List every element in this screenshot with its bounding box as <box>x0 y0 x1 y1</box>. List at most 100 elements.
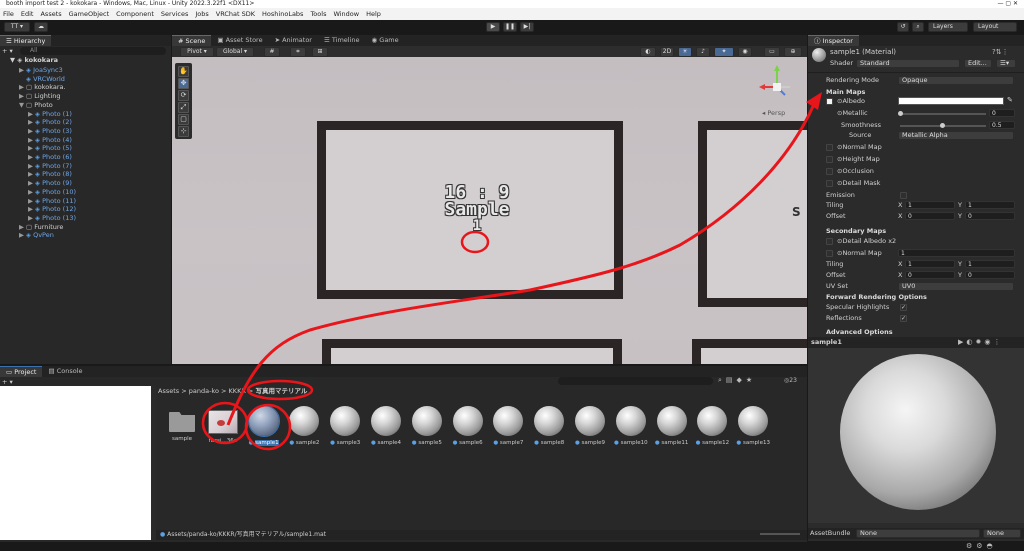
metallic-slider-handle[interactable] <box>898 111 903 116</box>
detail-mask-slot[interactable] <box>826 180 833 187</box>
expand-arrow-icon[interactable]: ▶ <box>28 144 35 153</box>
menu-jobs[interactable]: Jobs <box>195 8 208 20</box>
offset2-x-field[interactable]: 0 <box>905 271 955 279</box>
offset-x-field[interactable]: 0 <box>905 212 955 220</box>
asset-item[interactable]: ● sample3 <box>325 404 365 454</box>
rendering-mode-dropdown[interactable]: Opaque <box>898 76 1014 85</box>
metallic-value[interactable]: 0 <box>989 109 1015 117</box>
material-preview-sphere[interactable] <box>840 354 996 510</box>
tab-console[interactable]: ▤ Console <box>42 366 88 377</box>
project-filter-icons[interactable]: ⌕▤◆★ <box>718 376 756 385</box>
pause-button[interactable]: ❚❚ <box>503 22 517 32</box>
menu-window[interactable]: Window <box>333 8 359 20</box>
project-folder-tree[interactable] <box>0 386 151 540</box>
tiling2-x-field[interactable]: 1 <box>905 260 955 268</box>
hidden-objects-icon[interactable]: ◉ <box>738 47 752 57</box>
expand-arrow-icon[interactable]: ▶ <box>19 66 26 75</box>
effects-toggle-icon[interactable]: ✦ <box>714 47 734 57</box>
asset-item[interactable]: ● sample6 <box>448 404 488 454</box>
shader-edit-button[interactable]: Edit... <box>964 59 992 68</box>
menu-services[interactable]: Services <box>161 8 188 20</box>
asset-item[interactable]: facsi...36c <box>203 404 243 454</box>
breadcrumb-kkkr[interactable]: KKKR <box>229 387 246 395</box>
hierarchy-item[interactable]: ▶ ◈ Photo (3) <box>28 127 72 136</box>
metallic-slider[interactable] <box>900 113 986 115</box>
tab-animator[interactable]: ➤ Animator <box>269 35 318 46</box>
breadcrumb-panda-ko[interactable]: panda-ko <box>189 387 219 395</box>
menu-file[interactable]: File <box>3 8 14 20</box>
rect-tool-icon[interactable]: ▢ <box>178 114 189 125</box>
menu-edit[interactable]: Edit <box>21 8 34 20</box>
expand-arrow-icon[interactable]: ▶ <box>28 110 35 119</box>
hierarchy-item[interactable]: ▶ ◈ Photo (7) <box>28 162 72 171</box>
shading-mode-icon[interactable]: ◐ <box>640 47 656 57</box>
hierarchy-item[interactable]: ▼ ▢ Photo <box>19 101 53 110</box>
play-button[interactable]: ▶ <box>486 22 500 32</box>
expand-arrow-icon[interactable]: ▶ <box>28 179 35 188</box>
smoothness-slider-handle[interactable] <box>940 123 945 128</box>
expand-arrow-icon[interactable]: ▶ <box>19 223 26 232</box>
expand-arrow-icon[interactable]: ▶ <box>28 118 35 127</box>
breadcrumb-current-folder[interactable]: 写真用マテリアル <box>255 387 307 395</box>
offset2-y-field[interactable]: 0 <box>965 271 1015 279</box>
eyedropper-icon[interactable]: ✎ <box>1007 96 1013 104</box>
expand-arrow-icon[interactable]: ▶ <box>28 188 35 197</box>
rotate-tool-icon[interactable]: ⟳ <box>178 90 189 101</box>
asset-item[interactable]: ● sample10 <box>611 404 651 454</box>
hand-tool-icon[interactable]: ✋ <box>178 66 189 77</box>
shader-options-icon[interactable]: ☰▾ <box>996 59 1016 68</box>
snap-increment-icon[interactable]: ⌗ <box>290 47 306 57</box>
tiling-y-field[interactable]: 1 <box>965 201 1015 209</box>
menu-assets[interactable]: Assets <box>40 8 61 20</box>
move-tool-icon[interactable]: ✥ <box>178 78 189 89</box>
hierarchy-add-button[interactable]: + ▾ <box>2 47 13 55</box>
asset-item[interactable]: ● sample7 <box>488 404 528 454</box>
tiling2-y-field[interactable]: 1 <box>965 260 1015 268</box>
hierarchy-item[interactable]: ▶ ◈ Photo (12) <box>28 205 76 214</box>
asset-item[interactable]: sample <box>162 404 202 454</box>
hierarchy-item[interactable]: ▶ ▢ kokokara. <box>19 83 66 92</box>
tab-game[interactable]: ◉ Game <box>366 35 405 46</box>
menu-vrchat-sdk[interactable]: VRChat SDK <box>216 8 255 20</box>
project-search-input[interactable] <box>558 377 713 385</box>
shader-dropdown[interactable]: Standard <box>856 59 960 68</box>
hierarchy-item[interactable]: ▶ ◈ Photo (10) <box>28 188 76 197</box>
expand-arrow-icon[interactable]: ▶ <box>28 170 35 179</box>
hierarchy-item[interactable]: ◈ VRCWorld <box>19 75 65 84</box>
hidden-packages-count[interactable]: ◎23 <box>784 377 797 384</box>
detail-normal-slot[interactable] <box>826 250 833 257</box>
expand-arrow-icon[interactable]: ▶ <box>28 136 35 145</box>
expand-arrow-icon[interactable]: ▶ <box>28 197 35 206</box>
expand-arrow-icon[interactable]: ▶ <box>19 231 26 240</box>
assetbundle-variant-dropdown[interactable]: None <box>983 529 1021 538</box>
height-map-slot[interactable] <box>826 156 833 163</box>
menu-tools[interactable]: Tools <box>310 8 326 20</box>
asset-item[interactable]: ● sample11 <box>652 404 692 454</box>
asset-item[interactable]: ● sample8 <box>529 404 569 454</box>
albedo-color-field[interactable] <box>898 97 1004 105</box>
tab-hierarchy[interactable]: ☰ Hierarchy <box>0 35 52 46</box>
search-icon[interactable]: ⌕ <box>912 22 924 32</box>
hierarchy-item[interactable]: ▶ ◈ Photo (2) <box>28 118 72 127</box>
source-dropdown[interactable]: Metallic Alpha <box>898 131 1014 140</box>
folder-tree-scrollbar[interactable] <box>151 386 156 540</box>
scale-tool-icon[interactable]: ⤢ <box>178 102 189 113</box>
hierarchy-item[interactable]: ▶ ▢ Lighting <box>19 92 61 101</box>
hierarchy-item[interactable]: ▶ ◈ Photo (5) <box>28 144 72 153</box>
asset-item[interactable]: ● sample4 <box>366 404 406 454</box>
expand-arrow-icon[interactable]: ▼ <box>19 101 26 110</box>
asset-item[interactable]: ● sample9 <box>570 404 610 454</box>
scene-root[interactable]: ▼ ◈ kokokara <box>10 56 58 65</box>
expand-arrow-icon[interactable]: ▶ <box>19 83 26 92</box>
global-dropdown[interactable]: Global ▾ <box>216 47 254 57</box>
asset-item[interactable]: ● sample1 <box>244 404 284 454</box>
occlusion-slot[interactable] <box>826 168 833 175</box>
specular-checkbox[interactable]: ✓ <box>900 304 907 311</box>
hierarchy-item[interactable]: ▶ ◈ Photo (6) <box>28 153 72 162</box>
expand-arrow-icon[interactable]: ▶ <box>28 153 35 162</box>
asset-item[interactable]: ● sample5 <box>407 404 447 454</box>
assetbundle-dropdown[interactable]: None <box>856 529 980 538</box>
gizmos-icon[interactable]: ⊕ <box>784 47 802 57</box>
smoothness-value[interactable]: 0.5 <box>989 121 1015 129</box>
tiling-x-field[interactable]: 1 <box>905 201 955 209</box>
